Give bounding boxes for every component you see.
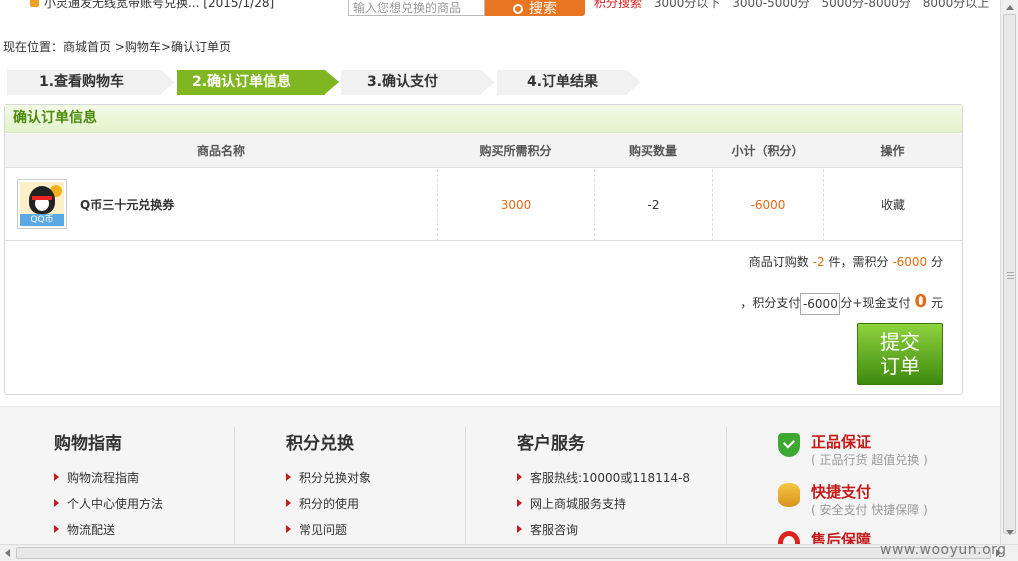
footer-link[interactable]: 客服咨询: [517, 522, 690, 546]
points-search-label: 积分搜索: [594, 0, 643, 10]
thumb-tag: QQ币: [20, 214, 64, 226]
range-link-1[interactable]: 3000分以下: [654, 0, 721, 10]
shield-icon: [778, 433, 800, 457]
order-table-header: 商品名称 购买所需积分 购买数量 小计（积分） 操作: [5, 134, 962, 168]
footer-link[interactable]: 个人中心使用方法: [54, 496, 163, 522]
product-name-link[interactable]: Q币三十元兑换券: [80, 169, 174, 241]
breadcrumb-label: 现在位置：: [3, 40, 64, 54]
guarantee-subtitle: ( 安全支付 快捷保障 ): [811, 503, 928, 517]
checkout-steps: 1.查看购物车 2.确认订单信息 3.确认支付 4.订单结果: [7, 70, 657, 95]
order-summary: 商品订购数 -2 件，需积分 -6000 分: [748, 255, 943, 269]
cell-quantity: -2: [594, 169, 712, 241]
range-link-4[interactable]: 8000分以上: [923, 0, 990, 10]
search-input[interactable]: 输入您想兑换的商品: [348, 0, 485, 16]
col-subtotal: 小计（积分）: [731, 144, 804, 158]
footer-divider: [465, 427, 466, 546]
payment-line: ，积分支付 -6000 分+现金支付 0 元: [740, 291, 943, 315]
range-link-2[interactable]: 3000-5000分: [732, 0, 809, 10]
vertical-scroll-thumb[interactable]: [1003, 14, 1016, 534]
footer-col-customer-service: 客户服务 客服热线:10000或118114-8 网上商城服务支持 客服咨询: [517, 429, 690, 546]
footer-link[interactable]: 物流配送: [54, 522, 163, 546]
footer-link[interactable]: 客服热线:10000或118114-8: [517, 470, 690, 496]
footer-link[interactable]: 购物流程指南: [54, 470, 163, 496]
scroll-down-icon[interactable]: [1006, 530, 1014, 535]
order-panel: 确认订单信息 商品名称 购买所需积分 购买数量 小计（积分） 操作 QQ币 Q币…: [4, 104, 963, 395]
search-button[interactable]: 搜索: [485, 0, 585, 17]
cell-points: 3000: [437, 169, 594, 241]
footer-divider: [726, 427, 727, 546]
summary-count: -2: [812, 255, 825, 269]
guarantee-subtitle: ( 正品行货 超值兑换 ): [811, 453, 928, 467]
col-quantity: 购买数量: [628, 144, 677, 158]
footer-col-title: 客户服务: [517, 434, 585, 454]
watermark: www.wooyun.org: [880, 542, 1007, 558]
footer-link[interactable]: 常见问题: [286, 522, 371, 546]
footer-col-title: 购物指南: [54, 434, 122, 454]
search-icon: [513, 4, 523, 14]
coins-icon: [778, 483, 800, 507]
cash-amount: 0: [914, 291, 927, 312]
favorite-link[interactable]: 收藏: [823, 169, 962, 241]
guarantee-title: 快捷支付: [811, 483, 872, 501]
points-payment-input[interactable]: -6000: [800, 292, 841, 315]
product-thumbnail[interactable]: QQ币: [17, 179, 67, 229]
vertical-scrollbar[interactable]: [1000, 0, 1018, 544]
footer-link[interactable]: 积分兑换对象: [286, 470, 371, 496]
footer-divider: [234, 427, 235, 546]
footer-col-points-exchange: 积分兑换 积分兑换对象 积分的使用 常见问题: [286, 429, 371, 546]
scroll-up-icon[interactable]: [1006, 5, 1014, 10]
notice-link[interactable]: 小灵通发无线宽带账号兑换... [2015/1/28]: [30, 0, 274, 11]
footer-col-title: 积分兑换: [286, 434, 354, 454]
footer: 购物指南 购物流程指南 个人中心使用方法 物流配送 积分兑换 积分兑换对象 积分…: [0, 406, 1000, 546]
col-product-name: 商品名称: [196, 144, 245, 158]
footer-col-shopping-guide: 购物指南 购物流程指南 个人中心使用方法 物流配送: [54, 429, 163, 546]
header-strip: 小灵通发无线宽带账号兑换... [2015/1/28] 输入您想兑换的商品 搜索…: [0, 0, 1000, 17]
breadcrumb: 现在位置：商城首页 >购物车>确认订单页: [3, 38, 231, 55]
table-row: QQ币 Q币三十元兑换券 3000 -2 -6000 收藏: [5, 169, 962, 241]
horizontal-scrollbar[interactable]: [0, 544, 1018, 561]
submit-order-button[interactable]: 提交订单: [857, 323, 943, 385]
footer-link[interactable]: 积分的使用: [286, 496, 371, 522]
footer-link[interactable]: 网上商城服务支持: [517, 496, 690, 522]
cell-subtotal: -6000: [712, 169, 823, 241]
breadcrumb-path[interactable]: 商城首页 >购物车>确认订单页: [63, 40, 231, 54]
col-points-required: 购买所需积分: [479, 144, 552, 158]
order-panel-title: 确认订单信息: [5, 105, 962, 133]
col-actions: 操作: [880, 144, 905, 158]
scroll-left-icon[interactable]: [5, 549, 10, 557]
summary-points: -6000: [892, 255, 928, 269]
guarantee-title: 正品保证: [811, 433, 872, 451]
range-link-3[interactable]: 5000分-8000分: [821, 0, 910, 10]
qq-penguin-icon: [29, 186, 55, 214]
points-search: 积分搜索 3000分以下 3000-5000分 5000分-8000分 8000…: [594, 0, 989, 11]
horizontal-scroll-thumb[interactable]: [16, 547, 991, 559]
